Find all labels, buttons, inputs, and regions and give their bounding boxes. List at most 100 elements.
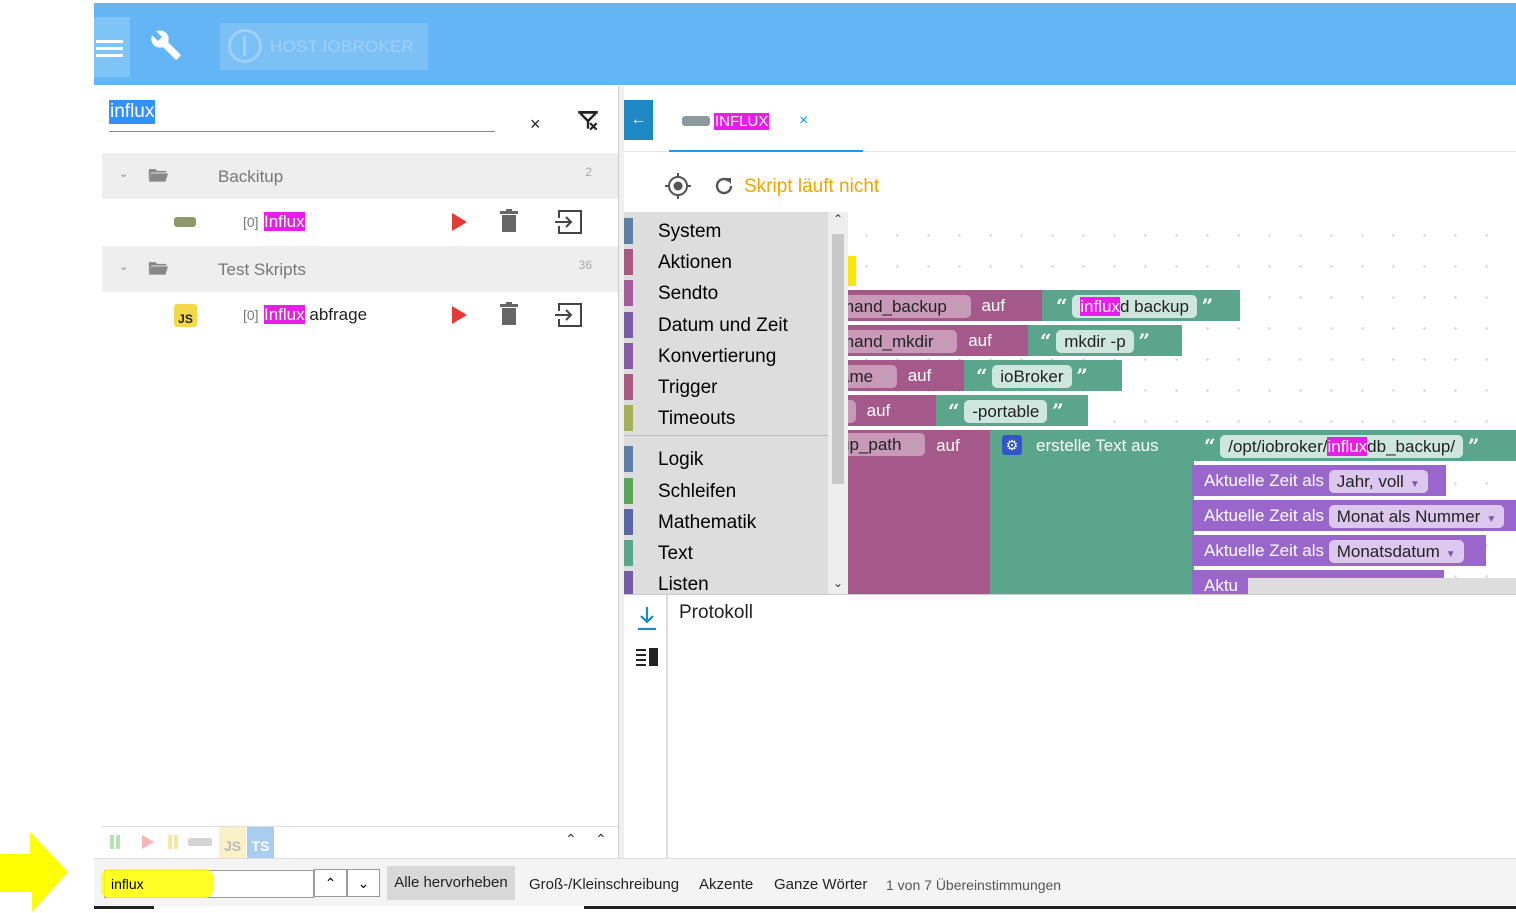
search-input[interactable] <box>109 98 495 132</box>
toolbox-category[interactable]: Trigger <box>624 372 828 403</box>
time-format-dropdown[interactable]: Monat als Nummer ▼ <box>1328 505 1505 529</box>
text-block[interactable]: “ influxd backup ” <box>1042 290 1240 321</box>
text-block[interactable]: “ -portable ” <box>936 395 1088 426</box>
js-icon: JS <box>174 304 197 327</box>
host-selector[interactable]: HOST IOBROKER <box>220 23 428 70</box>
menu-button[interactable] <box>94 17 130 77</box>
scroll-down-icon[interactable]: ⌄ <box>833 576 843 590</box>
folder-open-icon <box>148 169 168 182</box>
gear-icon[interactable]: ⚙ <box>1002 435 1022 455</box>
scrollbar-thumb[interactable] <box>832 234 844 484</box>
toolbox-category[interactable]: Text <box>624 538 828 569</box>
toolbox-category[interactable]: System <box>624 216 828 247</box>
wrench-icon[interactable] <box>150 29 182 61</box>
log-list-icon[interactable] <box>636 647 658 667</box>
new-js-button[interactable]: JS <box>219 827 246 858</box>
toolbox-category[interactable]: Aktionen <box>624 247 828 278</box>
text-value[interactable]: /opt/iobroker/influxdb_backup/ <box>1220 435 1464 459</box>
text-block[interactable]: “ ioBroker ” <box>964 360 1122 391</box>
find-previous-button[interactable]: ⌃ <box>314 869 347 897</box>
reload-icon[interactable] <box>712 174 736 198</box>
category-color <box>624 280 633 306</box>
pause-all-icon[interactable] <box>168 835 172 849</box>
toolbox-category[interactable]: Logik <box>624 444 828 475</box>
clear-search-button[interactable]: × <box>530 114 541 135</box>
annotation-arrow-icon <box>0 832 68 912</box>
current-time-block[interactable]: Aktuelle Zeit als Monat als Nummer ▼ <box>1192 500 1516 531</box>
text-value[interactable]: influxd backup <box>1072 295 1197 319</box>
blockly-toolbox: System Aktionen Sendto Datum und Zeit Ko… <box>624 212 828 594</box>
match-accents-toggle[interactable]: Akzente <box>699 876 753 893</box>
toolbox-scrollbar[interactable]: ⌃ ⌄ <box>828 212 848 594</box>
text-value[interactable]: -portable <box>964 400 1048 424</box>
category-label: Logik <box>658 449 704 470</box>
tab-influx[interactable]: INFLUX × <box>669 86 863 152</box>
variable-dropdown[interactable]: mand_mkdir ▼ <box>832 330 958 354</box>
play-icon[interactable] <box>142 835 154 849</box>
collapse-icon[interactable]: ⌃ <box>565 831 577 848</box>
current-time-block[interactable]: Aktuelle Zeit als Monatsdatum ▼ <box>1192 535 1486 566</box>
toolbox-category[interactable]: Schleifen <box>624 476 828 507</box>
export-icon[interactable] <box>553 303 583 327</box>
blockly-workspace[interactable]: mand_backup ▼ auf “ influxd backup ” mand… <box>624 212 1516 594</box>
top-bar: HOST IOBROKER <box>94 3 1516 85</box>
match-case-toggle[interactable]: Groß-/Kleinschreibung <box>529 876 679 893</box>
chevron-up-icon: ⌃ <box>324 875 337 891</box>
log-sidebar <box>624 595 668 859</box>
script-row-influx[interactable]: [0] Influx <box>102 199 618 245</box>
text-block[interactable]: “ /opt/iobroker/influxdb_backup/ ” <box>1192 430 1516 461</box>
chevron-down-icon[interactable]: ⌄ <box>119 167 128 180</box>
set-variable-block[interactable]: ame ▼ auf <box>832 360 969 391</box>
toolbox-category[interactable]: Mathematik <box>624 507 828 538</box>
time-label: Aktuelle Zeit als <box>1204 471 1324 490</box>
trash-icon[interactable] <box>500 209 518 233</box>
toolbox-category[interactable]: Sendto <box>624 278 828 309</box>
variable-dropdown[interactable]: mand_backup ▼ <box>832 295 971 319</box>
toolbox-category[interactable]: Datum und Zeit <box>624 310 828 341</box>
scroll-up-icon[interactable]: ⌃ <box>833 212 843 226</box>
export-icon[interactable] <box>553 210 583 234</box>
folder-row-test-skripts[interactable]: ⌄ Test Skripts 36 <box>102 246 618 292</box>
current-time-block[interactable]: Aktuelle Zeit als Jahr, voll ▼ <box>1192 465 1446 496</box>
set-variable-block[interactable]: up_path ▼ auf <box>832 430 994 594</box>
toolbox-category[interactable]: Timeouts <box>624 403 828 434</box>
back-arrow-icon[interactable]: ← <box>624 100 653 140</box>
category-label: Aktionen <box>658 252 732 273</box>
script-row-influx-abfrage[interactable]: JS [0] Influx abfrage <box>102 292 618 338</box>
whole-words-toggle[interactable]: Ganze Wörter <box>774 876 867 893</box>
set-variable-block[interactable]: mand_mkdir ▼ auf <box>832 325 1034 356</box>
create-text-label: erstelle Text aus <box>1036 436 1159 455</box>
time-format-dropdown[interactable]: Jahr, voll ▼ <box>1328 470 1428 494</box>
scroll-to-bottom-icon[interactable] <box>637 605 657 631</box>
folder-name: Backitup <box>218 167 284 186</box>
pause-icon[interactable] <box>110 835 114 849</box>
expand-icon[interactable]: ⌃ <box>595 831 607 848</box>
category-color <box>624 446 633 472</box>
find-next-button[interactable]: ⌄ <box>347 869 380 897</box>
text-value[interactable]: mkdir -p <box>1056 330 1134 354</box>
trash-icon[interactable] <box>500 302 518 326</box>
text-value[interactable]: ioBroker <box>992 365 1072 389</box>
folder-row-backitup[interactable]: ⌄ Backitup 2 <box>102 153 618 199</box>
highlight-all-toggle[interactable]: Alle hervorheben <box>387 866 515 900</box>
blockly-icon[interactable] <box>188 838 212 846</box>
toolbox-category[interactable]: Listen <box>624 569 828 594</box>
toolbox-category[interactable]: Konvertierung <box>624 341 828 372</box>
find-bar: influx ⌃ ⌄ Alle hervorheben Groß-/Kleins… <box>94 858 1516 908</box>
locate-icon[interactable] <box>664 172 692 200</box>
left-bottom-toolbar: JS TS ⌃ ⌃ <box>102 826 618 858</box>
create-text-block[interactable]: ⚙ erstelle Text aus <box>990 430 1194 594</box>
log-title: Protokoll <box>679 602 753 623</box>
time-label: Aktuelle Zeit als <box>1204 541 1324 560</box>
close-tab-button[interactable]: × <box>799 112 808 130</box>
workspace-scrollbar[interactable] <box>1248 578 1516 594</box>
chevron-down-icon[interactable]: ⌄ <box>119 260 128 273</box>
text-block[interactable]: “ mkdir -p ” <box>1028 325 1182 356</box>
set-variable-block[interactable]: ▼ auf <box>832 395 942 426</box>
set-variable-block[interactable]: mand_backup ▼ auf <box>832 290 1044 321</box>
new-ts-button[interactable]: TS <box>247 827 274 858</box>
play-icon[interactable] <box>452 213 467 231</box>
play-icon[interactable] <box>452 306 467 324</box>
clear-filter-icon[interactable] <box>575 108 601 134</box>
time-format-dropdown[interactable]: Monatsdatum ▼ <box>1328 540 1464 564</box>
